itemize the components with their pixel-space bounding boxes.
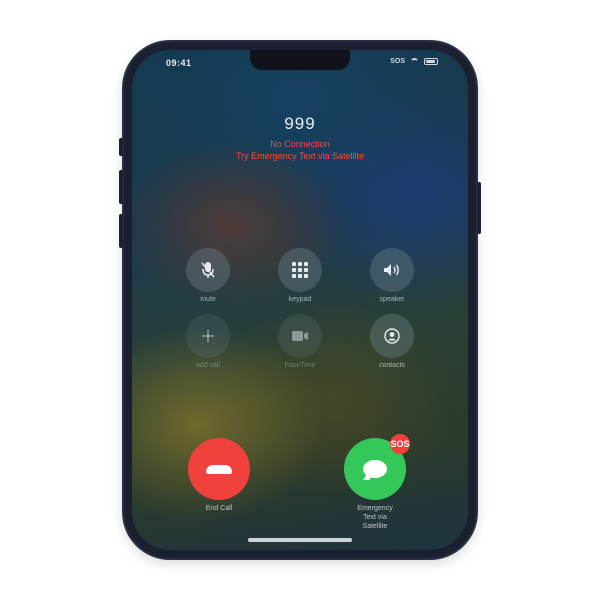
call-status-line1: No Connection [270, 139, 330, 149]
status-indicators: SOS [390, 58, 438, 65]
side-button-left-mid [119, 170, 123, 204]
side-button-left-top [119, 138, 123, 156]
microphone-slash-icon[interactable] [186, 248, 230, 292]
satellite-text-label-line1: Emergency [357, 505, 393, 512]
satellite-text-label-line2: Text via [363, 514, 387, 521]
side-button-right [477, 182, 481, 234]
wifi-icon [410, 58, 419, 65]
video-camera-icon[interactable] [278, 314, 322, 358]
end-call-button[interactable]: End Call [184, 438, 254, 513]
keypad-icon[interactable] [278, 248, 322, 292]
status-time: 09:41 [166, 58, 192, 68]
battery-icon [424, 58, 438, 65]
contacts-icon[interactable] [370, 314, 414, 358]
mute-label: mute [200, 296, 216, 303]
speaker-label: speaker [379, 296, 405, 303]
speaker-icon[interactable] [370, 248, 414, 292]
caller-number: 999 [284, 114, 316, 133]
notch [250, 50, 350, 70]
end-call-circle[interactable] [188, 438, 250, 500]
message-bubble-icon [363, 460, 387, 478]
marketing-canvas: 09:41 SOS 999 No Connection Try Emergenc… [0, 0, 600, 600]
satellite-text-label: Emergency Text via Satellite [340, 504, 410, 531]
keypad-control[interactable]: keypad [270, 248, 330, 303]
end-call-label: End Call [205, 505, 233, 512]
mute-control[interactable]: mute [178, 248, 238, 303]
keypad-label: keypad [288, 296, 312, 303]
network-status: SOS [390, 58, 405, 65]
home-indicator[interactable] [248, 538, 352, 542]
facetime-control[interactable]: FaceTime [270, 314, 330, 369]
sos-badge: SOS [390, 434, 410, 454]
plus-icon[interactable] [186, 314, 230, 358]
side-button-left-bottom [119, 214, 123, 248]
iphone-frame: 09:41 SOS 999 No Connection Try Emergenc… [119, 42, 481, 558]
satellite-text-circle[interactable]: SOS [344, 434, 410, 500]
add-call-control[interactable]: add call [178, 314, 238, 369]
call-status-line2: Try Emergency Text via Satellite [235, 151, 365, 161]
contacts-control[interactable]: contacts [362, 314, 422, 369]
call-status: No Connection Try Emergency Text via Sat… [132, 138, 468, 162]
facetime-label: FaceTime [284, 362, 316, 369]
phone-screen: 09:41 SOS 999 No Connection Try Emergenc… [132, 50, 468, 550]
phone-hangup-icon [206, 464, 232, 474]
satellite-text-label-line3: Satellite [362, 523, 388, 530]
contacts-label: contacts [378, 362, 406, 369]
speaker-control[interactable]: speaker [362, 248, 422, 303]
add-call-label: add call [195, 362, 221, 369]
satellite-text-button[interactable]: SOS Emergency Text via Satellite [340, 434, 410, 531]
